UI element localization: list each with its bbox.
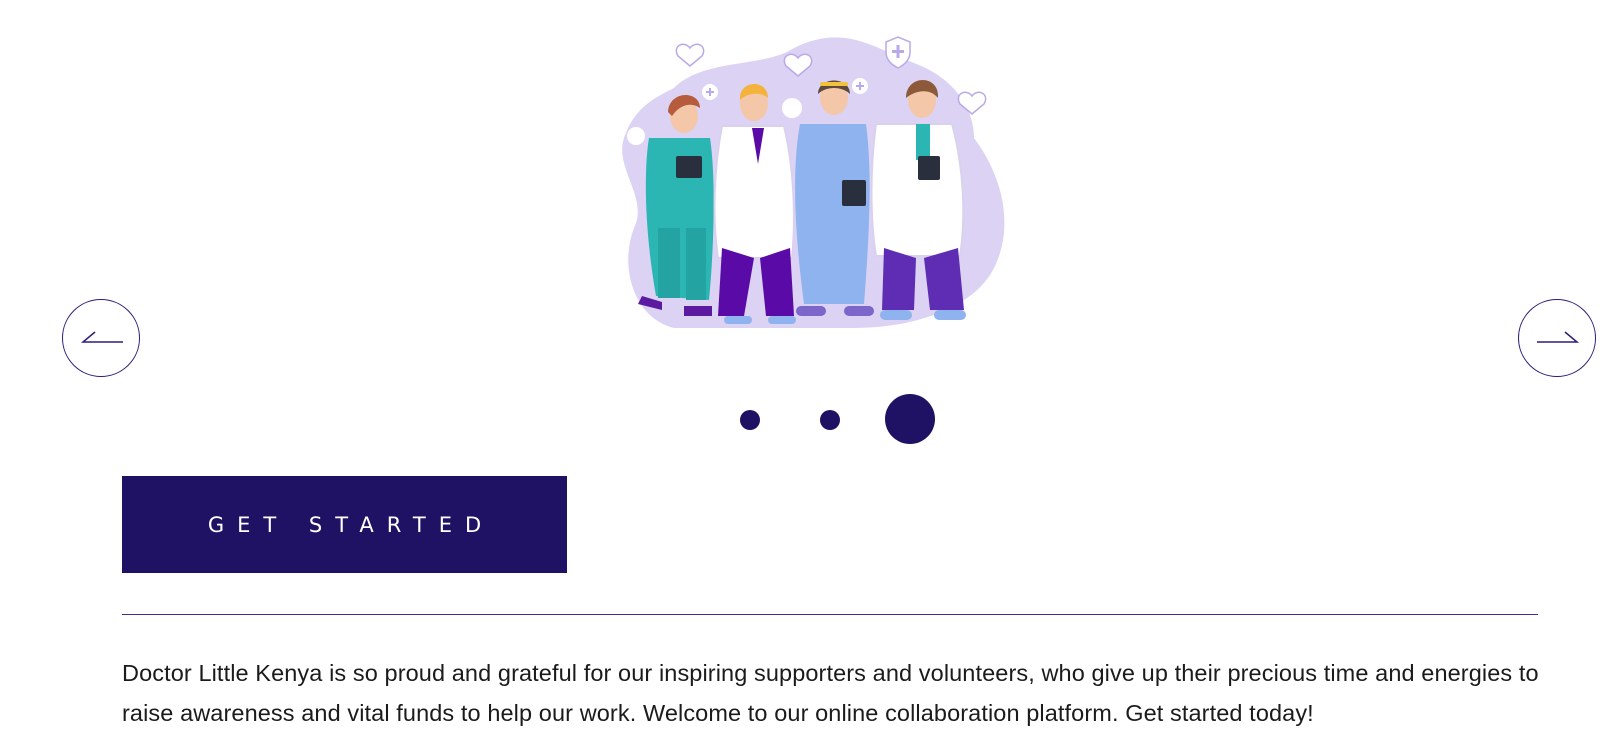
carousel-dot-1[interactable]	[740, 410, 760, 430]
medical-team-illustration	[614, 28, 1034, 338]
carousel-next-button[interactable]	[1518, 299, 1596, 377]
carousel-pagination	[0, 394, 1616, 446]
carousel-dot-2[interactable]	[820, 410, 840, 430]
arrow-right-icon	[1537, 331, 1580, 343]
carousel-prev-button[interactable]	[62, 299, 140, 377]
section-divider	[122, 614, 1538, 615]
arrow-left-icon	[80, 331, 123, 343]
carousel-dot-3-active[interactable]	[885, 394, 935, 444]
get-started-button[interactable]: GET STARTED	[122, 476, 567, 573]
intro-paragraph: Doctor Little Kenya is so proud and grat…	[122, 660, 1539, 726]
